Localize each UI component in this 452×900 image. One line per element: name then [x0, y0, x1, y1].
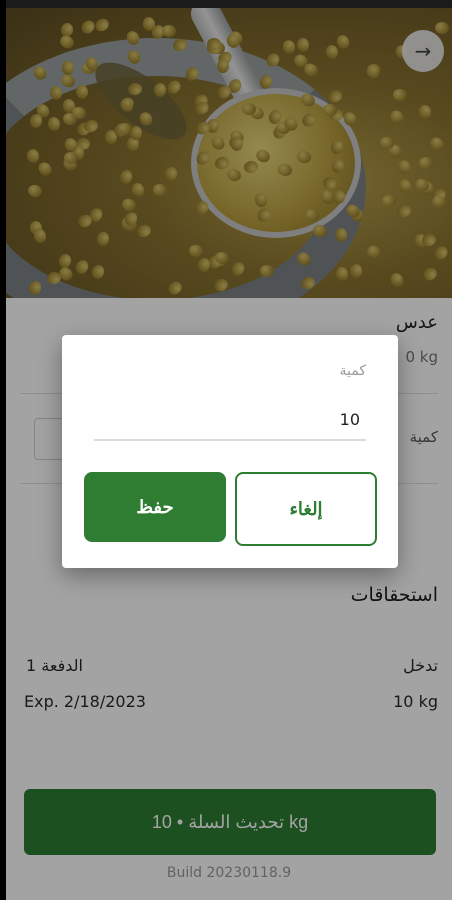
save-button[interactable]: حفظ: [84, 472, 226, 542]
cancel-button[interactable]: إلغاء: [235, 472, 377, 546]
quantity-dialog: كمية حفظ إلغاء: [62, 335, 398, 568]
dialog-field-label: كمية: [339, 363, 367, 379]
quantity-input[interactable]: [94, 399, 366, 441]
modal-overlay[interactable]: كمية حفظ إلغاء: [6, 0, 452, 900]
app-screen: → عدس 0 kg كمية استحقاقات تدخل الدفعة 1 …: [6, 0, 452, 900]
